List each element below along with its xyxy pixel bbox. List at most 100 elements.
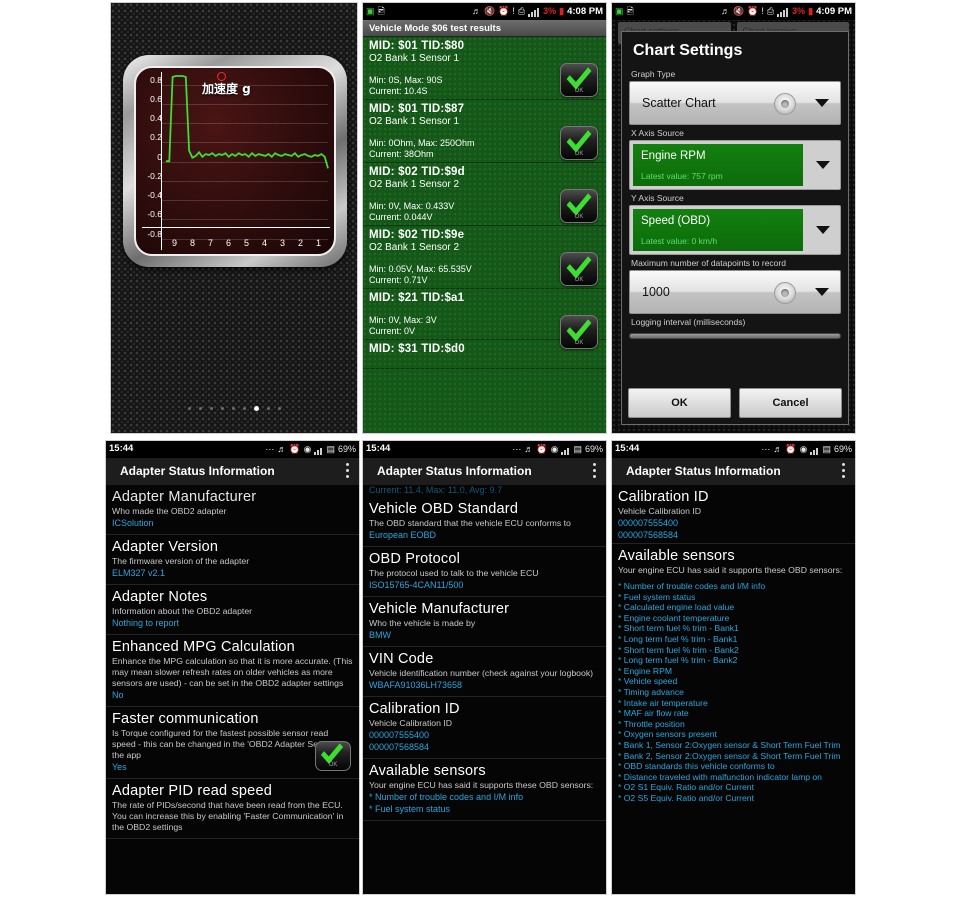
- list-item[interactable]: Adapter Version The firmware version of t…: [106, 535, 359, 585]
- battery-icon: ▮: [559, 6, 565, 16]
- check-icon: [566, 186, 592, 216]
- alarm-icon: ⏰: [536, 444, 548, 454]
- list-item-value: ISO15765-4CAN11/500: [369, 580, 464, 590]
- chevron-down-icon: [815, 288, 829, 296]
- status-bar: ▣ 🖻 ♬ 🔇 ⏰ ! ⎙ 3% ▮ 4:09 PM: [612, 3, 855, 20]
- sensor-item: * Long term fuel % trim - Bank2: [618, 655, 738, 666]
- adapter-info-list[interactable]: Calibration ID Vehicle Calibration ID 00…: [612, 485, 855, 894]
- list-item-value: BMW: [369, 630, 391, 640]
- logging-interval-slider[interactable]: [629, 329, 841, 341]
- ok-label: OK: [574, 88, 584, 94]
- list-item-title: Adapter Notes: [112, 589, 208, 605]
- max-datapoints-spinner[interactable]: 1000: [629, 270, 841, 314]
- mode06-result-row[interactable]: MID: $02 TID:$9e O2 Bank 1 Sensor 2 Min: 0…: [363, 226, 606, 289]
- y-axis-spinner[interactable]: Speed (OBD) Latest value: 0 km/h: [629, 205, 841, 255]
- list-item[interactable]: Adapter Notes Information about the OBD2 …: [106, 585, 359, 635]
- wifi-icon: ◉: [799, 444, 808, 454]
- page-dot[interactable]: [220, 407, 224, 411]
- page-dot[interactable]: [277, 407, 281, 411]
- list-item-value: Nothing to report: [112, 618, 180, 628]
- test-ok-badge: OK: [560, 249, 598, 286]
- page-dot[interactable]: [198, 407, 202, 411]
- mid-tid-label: MID: $21 TID:$a1: [369, 292, 465, 304]
- overflow-menu-icon[interactable]: [593, 463, 596, 481]
- image-icon: 🖻: [377, 6, 385, 16]
- list-item-value: 000007555400: [369, 730, 430, 740]
- mode06-result-row[interactable]: MID: $02 TID:$9d O2 Bank 1 Sensor 2 Min: 0…: [363, 163, 606, 226]
- adapter-info-list[interactable]: Current: 11.4, Max: 11.0, Avg: 9.7 Vehic…: [363, 485, 606, 894]
- page-dot[interactable]: [187, 407, 191, 411]
- mode06-result-list[interactable]: MID: $01 TID:$80 O2 Bank 1 Sensor 1 Min: 0…: [363, 37, 606, 433]
- list-item-title: Faster communication: [112, 711, 259, 727]
- sync-icon: ⎙: [766, 6, 775, 16]
- list-item-description: Vehicle identification number (check aga…: [369, 668, 594, 678]
- android-icon: ▣: [615, 6, 624, 16]
- status-bar: 15:44 ⋯ ♬ ⏰ ◉ ▤ 69%: [612, 441, 855, 458]
- list-item-description: Enhance the MPG calculation so that it i…: [112, 656, 353, 688]
- battery-icon: ▤: [573, 444, 582, 454]
- mode06-result-row[interactable]: MID: $01 TID:$80 O2 Bank 1 Sensor 1 Min: 0…: [363, 37, 606, 100]
- page-dot[interactable]: [253, 406, 259, 412]
- clock-label: 15:44: [366, 443, 391, 454]
- panel-adapter-status-mid: 15:44 ⋯ ♬ ⏰ ◉ ▤ 69% Adapter Status Infor…: [362, 440, 607, 895]
- x-axis-selected: Engine RPM Latest value: 757 rpm: [633, 144, 803, 186]
- x-axis-spinner[interactable]: Engine RPM Latest value: 757 rpm: [629, 140, 841, 190]
- page-indicator-dots[interactable]: [111, 400, 357, 418]
- mode06-result-row[interactable]: MID: $21 TID:$a1 Min: 0V, Max: 3V Current:…: [363, 289, 606, 349]
- signal-icon: [561, 445, 570, 455]
- list-item-cut[interactable]: Adapter Manufacturer Who made the OBD2 a…: [106, 485, 359, 535]
- graph-type-label: Graph Type: [631, 69, 676, 79]
- check-icon: [566, 312, 592, 342]
- list-item[interactable]: Vehicle OBD Standard The OBD standard tha…: [363, 497, 606, 547]
- sensor-item: * Calculated engine load value: [618, 602, 735, 613]
- sensor-item: * Long term fuel % trim - Bank1: [618, 633, 738, 644]
- chart-settings-dialog: Chart Settings Graph Type Scatter Chart …: [621, 31, 849, 425]
- ok-button[interactable]: OK: [628, 388, 731, 418]
- screen-title: Vehicle Mode $06 test results: [363, 20, 606, 37]
- x-axis-value: Engine RPM: [641, 150, 706, 162]
- x-axis-label: X Axis Source: [631, 128, 684, 138]
- page-title: Adapter Status Information: [626, 464, 781, 478]
- max-datapoints-value: 1000: [642, 285, 670, 299]
- test-ok-badge: OK: [560, 60, 598, 97]
- gauge-screen[interactable]: 0.8 0.6 0.4 0.2 0 -0.2 -0.4 -0.6 -0.8 987654321 …: [134, 66, 336, 256]
- mid-tid-label: MID: $02 TID:$9e: [369, 229, 465, 241]
- list-item[interactable]: Faster communication Is Torque configured…: [106, 707, 359, 779]
- list-item[interactable]: VIN Code Vehicle identification number (c…: [363, 647, 606, 697]
- list-item-calibration-id[interactable]: Calibration ID Vehicle Calibration ID 00…: [612, 485, 855, 543]
- list-item[interactable]: Vehicle Manufacturer Who the vehicle is m…: [363, 597, 606, 647]
- list-item[interactable]: OBD Protocol The protocol used to talk to…: [363, 547, 606, 597]
- panel-acceleration-gauge: 0.8 0.6 0.4 0.2 0 -0.2 -0.4 -0.6 -0.8 987654321 …: [110, 2, 358, 434]
- list-item[interactable]: Enhanced MPG Calculation Enhance the MPG …: [106, 635, 359, 707]
- mode06-result-row[interactable]: MID: $01 TID:$87 O2 Bank 1 Sensor 1 Min: 0…: [363, 100, 606, 163]
- sensor-item: * Short term fuel % trim - Bank1: [618, 623, 739, 634]
- mode06-result-row[interactable]: MID: $31 TID:$d0: [363, 340, 606, 369]
- overflow-menu-icon[interactable]: [842, 463, 845, 481]
- alarm-icon: ⏰: [289, 444, 301, 454]
- list-item-available-sensors[interactable]: Available sensors Your engine ECU has sai…: [363, 759, 606, 821]
- mute-icon: 🔇: [483, 6, 496, 16]
- cancel-button[interactable]: Cancel: [739, 388, 842, 418]
- bluetooth-icon: ♬: [471, 6, 481, 16]
- overflow-menu-icon[interactable]: [346, 463, 349, 481]
- spinner-knob-icon: [774, 93, 796, 115]
- battery-percent-label: 3%: [792, 6, 806, 16]
- page-dot[interactable]: [231, 407, 235, 411]
- list-item-available-sensors[interactable]: Available sensors Your engine ECU has sa…: [612, 543, 855, 581]
- sensor-item: * MAF air flow rate: [618, 708, 689, 719]
- page-dot[interactable]: [209, 407, 213, 411]
- clock-label: 15:44: [109, 443, 134, 454]
- adapter-info-list[interactable]: Adapter Manufacturer Who made the OBD2 a…: [106, 485, 359, 894]
- list-item[interactable]: Adapter PID read speed The rate of PIDs/s…: [106, 779, 359, 839]
- list-item-title: Adapter PID read speed: [112, 783, 272, 799]
- chevron-down-icon[interactable]: [806, 141, 840, 189]
- signal-icon: [777, 7, 789, 17]
- list-item-description: The OBD standard that the vehicle ECU co…: [369, 518, 571, 528]
- wifi-icon: ◉: [550, 444, 559, 454]
- chevron-down-icon[interactable]: [806, 206, 840, 254]
- calibration-value-1: 000007555400: [618, 518, 679, 528]
- page-dot[interactable]: [266, 407, 270, 411]
- list-item[interactable]: Calibration ID Vehicle Calibration ID 0000…: [363, 697, 606, 759]
- graph-type-spinner[interactable]: Scatter Chart: [629, 81, 841, 125]
- page-dot[interactable]: [242, 407, 246, 411]
